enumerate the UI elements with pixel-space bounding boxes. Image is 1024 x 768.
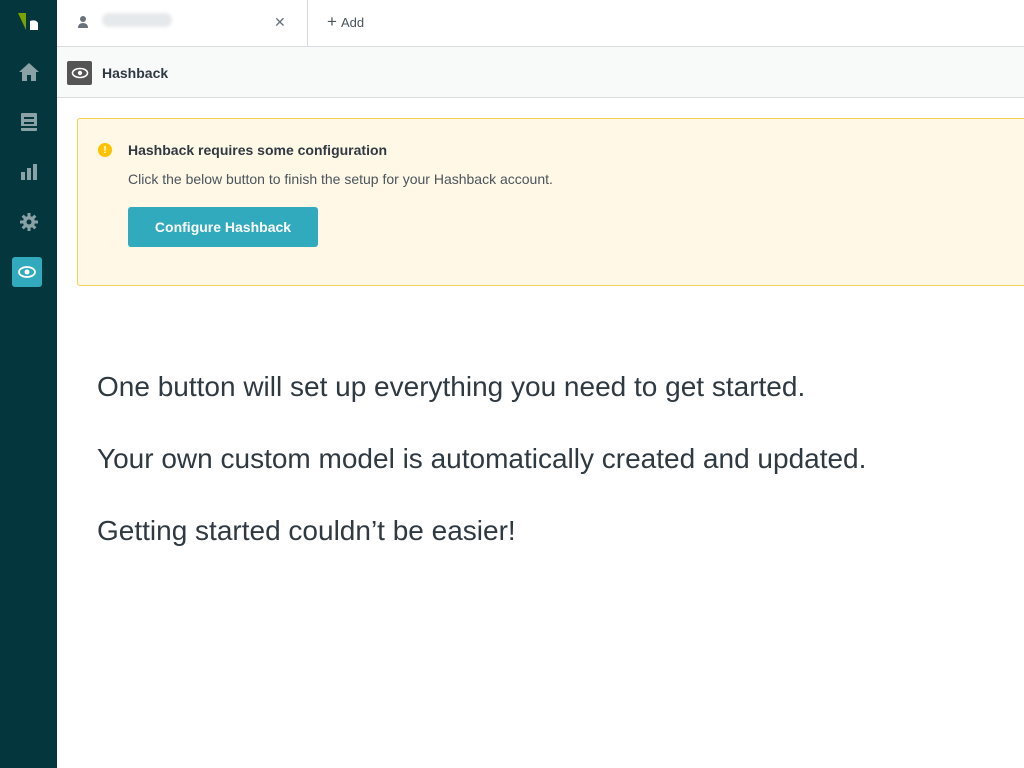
- marketing-line-2: Your own custom model is automatically c…: [97, 443, 867, 474]
- plus-icon: +: [327, 12, 337, 31]
- tab-bar: ✕ + Add: [57, 0, 1024, 47]
- home-icon[interactable]: [0, 55, 57, 89]
- marketing-line-1: One button will set up everything you ne…: [97, 371, 806, 402]
- product-sidebar: [0, 0, 57, 768]
- tab-title-redacted: [102, 13, 172, 27]
- notice-body: Click the below button to finish the set…: [128, 171, 553, 187]
- add-tab-button[interactable]: + Add: [327, 12, 365, 31]
- app-title: Hashback: [102, 65, 169, 81]
- configuration-notice: ! Hashback requires some configuration C…: [77, 118, 1024, 286]
- marketing-line-3: Getting started couldn’t be easier!: [97, 515, 516, 546]
- add-label: Add: [340, 14, 365, 30]
- close-icon[interactable]: ✕: [274, 14, 286, 30]
- warning-icon: !: [98, 143, 112, 157]
- zendesk-logo-icon[interactable]: [0, 5, 57, 39]
- app-header: Hashback: [57, 47, 1024, 98]
- gear-icon[interactable]: [0, 205, 57, 239]
- views-icon[interactable]: [0, 105, 57, 139]
- notice-title: Hashback requires some configuration: [128, 142, 388, 158]
- user-icon: [77, 15, 89, 29]
- configure-hashback-button[interactable]: Configure Hashback: [128, 207, 318, 247]
- tab-user[interactable]: ✕: [57, 0, 308, 46]
- reporting-icon[interactable]: [0, 155, 57, 189]
- hashback-logo-icon: [67, 61, 92, 85]
- hashback-app-icon[interactable]: [12, 257, 42, 287]
